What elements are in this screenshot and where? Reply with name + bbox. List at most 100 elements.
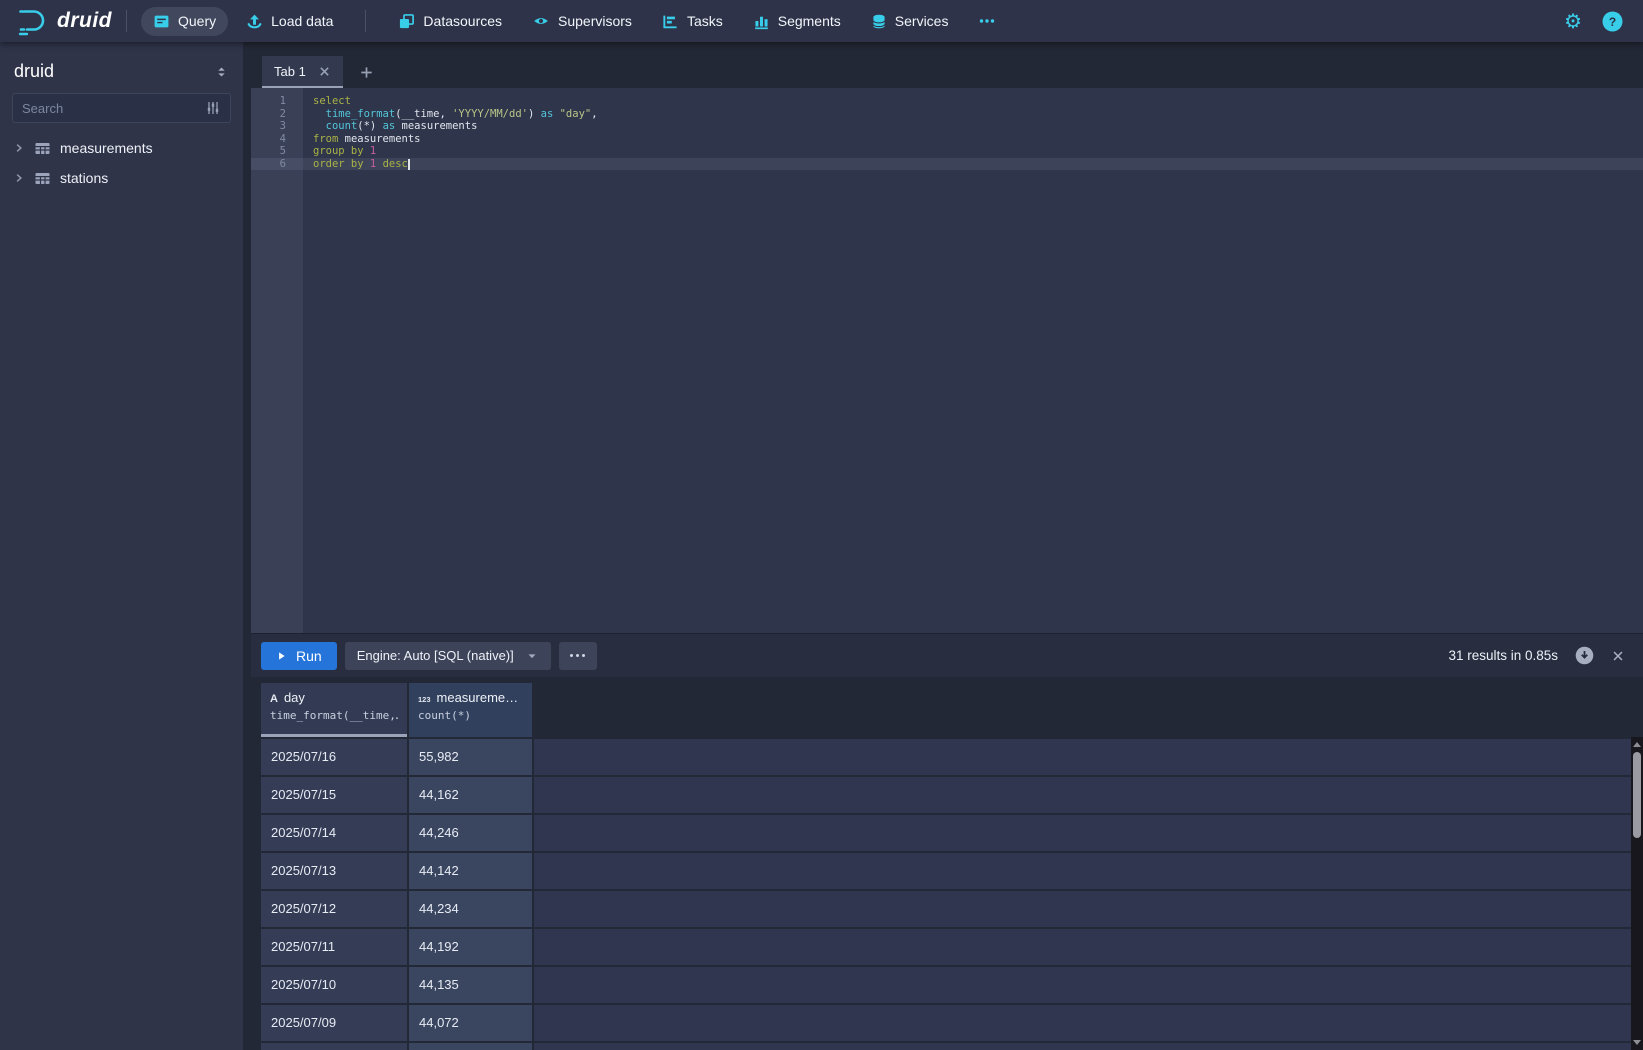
cell-day[interactable]: 2025/07/15	[261, 777, 407, 813]
query-more-button[interactable]	[559, 642, 597, 670]
schema-selector[interactable]: druid	[0, 42, 243, 93]
run-button[interactable]: Run	[261, 642, 337, 670]
cell-day[interactable]: 2025/07/14	[261, 815, 407, 851]
tab-tab1[interactable]: Tab 1	[262, 56, 343, 88]
druid-logo[interactable]: druid	[16, 6, 112, 36]
cell-day[interactable]	[261, 1043, 407, 1050]
cell-measurements[interactable]: 44,246	[409, 815, 532, 851]
row-filler	[534, 815, 1643, 851]
column-name: Aday	[270, 690, 398, 705]
cell-day[interactable]: 2025/07/09	[261, 1005, 407, 1041]
query-icon	[153, 13, 170, 30]
nav-item-label: Supervisors	[558, 13, 632, 29]
line-number: 1	[251, 95, 303, 108]
close-results-icon[interactable]	[1611, 649, 1625, 663]
code-line-6: 6order by 1 desc	[251, 158, 1643, 171]
nav-item-label: Query	[178, 13, 216, 29]
table-row: 2025/07/1655,982	[261, 739, 1643, 775]
scrollbar-thumb[interactable]	[1633, 752, 1641, 838]
code-text: time_format(__time, 'YYYY/MM/dd') as "da…	[303, 108, 598, 121]
column-type-icon: A	[270, 693, 278, 705]
navbar-items: Query Load data Datasources Supervisors Task…	[141, 7, 1008, 36]
cell-measurements[interactable]: 44,135	[409, 967, 532, 1003]
cell-measurements[interactable]: 44,072	[409, 1005, 532, 1041]
nav-item-datasources[interactable]: Datasources	[386, 7, 514, 36]
nav-item-supervisors[interactable]: Supervisors	[520, 7, 644, 35]
datasources-icon	[398, 13, 415, 30]
cell-measurements[interactable]: 44,234	[409, 891, 532, 927]
table-search-box	[12, 93, 231, 123]
column-label: measureme…	[437, 690, 519, 705]
nav-item-label: Tasks	[687, 13, 723, 29]
scroll-up-arrow-icon[interactable]	[1631, 738, 1643, 751]
row-filler	[534, 739, 1643, 775]
sidebar-item-measurements[interactable]: measurements	[0, 133, 243, 163]
segments-icon	[753, 13, 770, 30]
cell-measurements[interactable]: 44,192	[409, 929, 532, 965]
table-icon	[34, 141, 51, 156]
svg-text:?: ?	[1609, 15, 1616, 29]
double-caret-sort-icon[interactable]	[214, 64, 229, 80]
nav-divider	[126, 10, 127, 32]
column-expression: time_format(__time,…	[270, 709, 398, 722]
nav-item-label: Segments	[778, 13, 841, 29]
nav-item-tasks[interactable]: Tasks	[650, 7, 735, 36]
result-status-area: 31 results in 0.85s	[1448, 646, 1633, 665]
line-number: 3	[251, 120, 303, 133]
table-tree: measurements stations	[0, 133, 243, 193]
nav-item-label: Datasources	[423, 13, 502, 29]
sidebar-item-stations[interactable]: stations	[0, 163, 243, 193]
tab-close-icon[interactable]	[318, 65, 331, 78]
cell-day[interactable]: 2025/07/12	[261, 891, 407, 927]
nav-item-load-data[interactable]: Load data	[234, 7, 345, 36]
search-input[interactable]	[22, 101, 205, 116]
cell-day[interactable]: 2025/07/10	[261, 967, 407, 1003]
code-line-2: 2 time_format(__time, 'YYYY/MM/dd') as "…	[251, 108, 1643, 121]
row-filler	[534, 891, 1643, 927]
services-icon	[871, 13, 887, 30]
tab-label: Tab 1	[274, 64, 306, 79]
engine-selector[interactable]: Engine: Auto [SQL (native)]	[345, 642, 551, 670]
cell-measurements[interactable]: 55,982	[409, 739, 532, 775]
run-button-label: Run	[296, 648, 322, 664]
column-type-icon: 123	[418, 695, 431, 704]
table-row: 2025/07/1244,234	[261, 891, 1643, 927]
column-name: 123 measureme…	[418, 690, 523, 705]
nav-item-services[interactable]: Services	[859, 7, 961, 36]
cell-measurements[interactable]: 44,162	[409, 777, 532, 813]
query-tabbar: Tab 1	[262, 56, 380, 88]
row-filler	[534, 929, 1643, 965]
table-name: stations	[60, 170, 108, 186]
download-results-icon[interactable]	[1575, 646, 1594, 665]
nav-item-query[interactable]: Query	[141, 7, 228, 36]
table-icon	[34, 171, 51, 186]
cell-day[interactable]: 2025/07/11	[261, 929, 407, 965]
schema-sidebar: druid measurements stations	[0, 42, 243, 1050]
run-toolbar: Run Engine: Auto [SQL (native)] 31 resul…	[251, 633, 1643, 677]
code-line-3: 3 count(*) as measurements	[251, 120, 1643, 133]
help-icon[interactable]: ?	[1602, 11, 1623, 32]
cell-measurements[interactable]	[409, 1043, 532, 1050]
tasks-icon	[662, 13, 679, 30]
cell-day[interactable]: 2025/07/13	[261, 853, 407, 889]
filter-sliders-icon[interactable]	[205, 100, 221, 116]
druid-logo-icon	[16, 6, 48, 36]
results-body: 2025/07/1655,9822025/07/1544,1622025/07/…	[261, 739, 1643, 1050]
line-number: 5	[251, 145, 303, 158]
settings-gear-icon[interactable]: ⚙	[1564, 11, 1582, 31]
chevron-right-icon	[13, 172, 25, 184]
add-tab-button[interactable]	[353, 56, 380, 88]
cell-measurements[interactable]: 44,142	[409, 853, 532, 889]
results-panel: Adaytime_format(__time,…123measureme…cou…	[261, 679, 1643, 1050]
column-header-measureme[interactable]: 123measureme…count(*)	[409, 683, 532, 737]
cell-day[interactable]: 2025/07/16	[261, 739, 407, 775]
code-text: order by 1 desc	[303, 158, 410, 171]
nav-item-more-menu[interactable]	[966, 7, 1008, 35]
scroll-down-arrow-icon[interactable]	[1631, 1036, 1643, 1049]
load-data-icon	[246, 13, 263, 30]
column-header-day[interactable]: Aday time_format(__time,…	[261, 683, 407, 737]
results-scrollbar[interactable]	[1631, 737, 1643, 1050]
table-row: 2025/07/1044,135	[261, 967, 1643, 1003]
sql-editor[interactable]: 1select2 time_format(__time, 'YYYY/MM/dd…	[251, 88, 1643, 633]
nav-item-segments[interactable]: Segments	[741, 7, 853, 36]
